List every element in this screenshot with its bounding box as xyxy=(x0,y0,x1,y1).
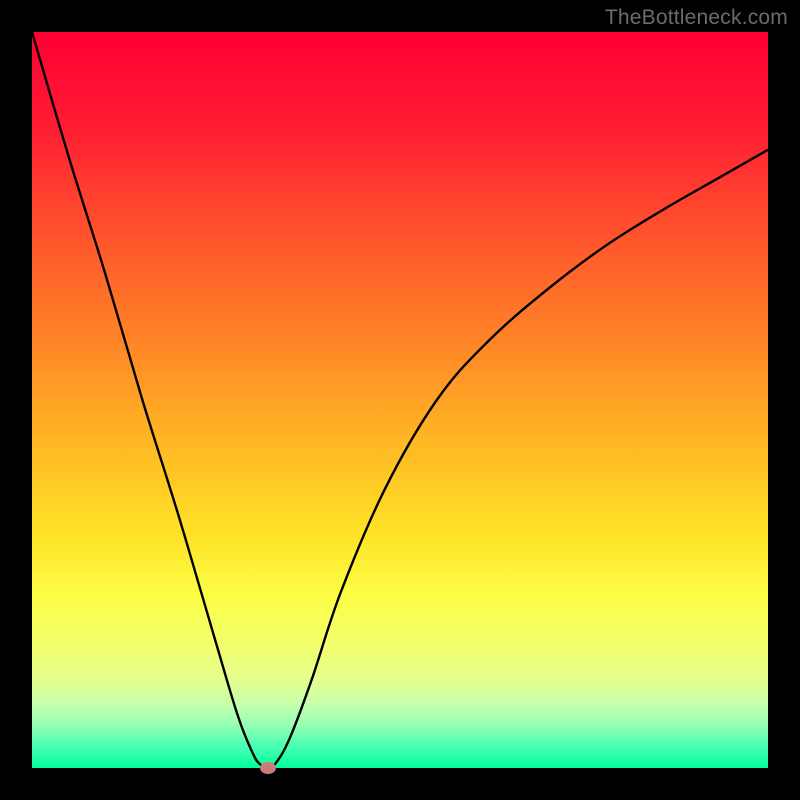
minimum-marker xyxy=(260,762,276,774)
plot-area xyxy=(32,32,768,768)
bottleneck-curve xyxy=(32,32,768,768)
chart-frame: TheBottleneck.com xyxy=(0,0,800,800)
watermark-text: TheBottleneck.com xyxy=(605,6,788,30)
curve-path xyxy=(32,32,768,768)
